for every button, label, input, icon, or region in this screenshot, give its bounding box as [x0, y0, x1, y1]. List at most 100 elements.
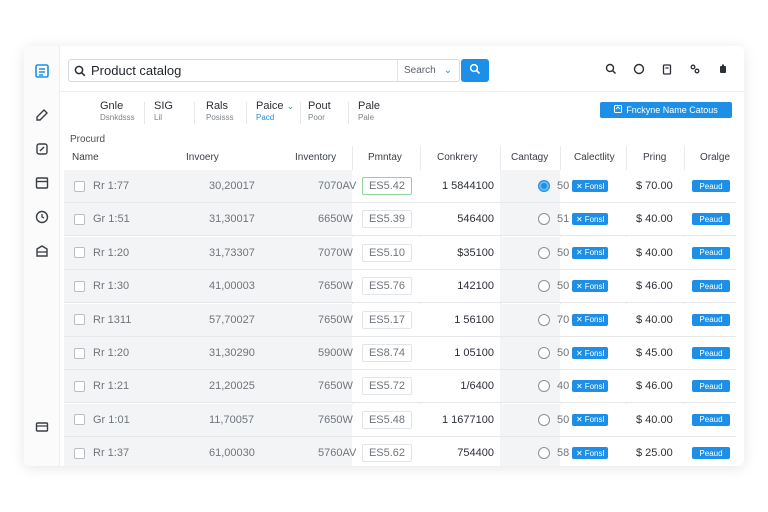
row-radio[interactable]: [538, 180, 550, 192]
filter-1[interactable]: Gnle Dsnkdsss: [100, 100, 135, 124]
table-row[interactable]: Rr 1:30 41,00003 7650W ES5.76 142100 50 ✕ Fonsl…: [64, 270, 736, 304]
status-badge[interactable]: ✕ Fonsl: [572, 380, 609, 393]
inventory-cell: 7650W: [318, 413, 353, 426]
store-icon[interactable]: [33, 242, 51, 260]
column-header[interactable]: Inventory: [295, 152, 336, 163]
column-header[interactable]: Cantagy: [511, 152, 548, 163]
row-radio[interactable]: [538, 380, 550, 393]
action-badge[interactable]: Peaud: [692, 280, 730, 293]
settings-icon[interactable]: [688, 62, 702, 76]
price-field[interactable]: ES5.17: [362, 310, 412, 329]
column-header[interactable]: Pring: [643, 152, 666, 163]
action-badge[interactable]: Peaud: [692, 246, 730, 259]
row-radio[interactable]: [538, 246, 550, 259]
action-badge[interactable]: Peaud: [692, 347, 730, 359]
price-field[interactable]: ES5.10: [362, 243, 412, 262]
status-badge[interactable]: ✕ Fonsl: [572, 213, 609, 226]
table-row[interactable]: Rr 1311 57,70027 7650W ES5.17 1 56100 70 ✕ Fons…: [64, 303, 736, 337]
invoery-cell: 31,73307: [209, 246, 255, 259]
clipboard-icon[interactable]: [660, 62, 674, 76]
price-field[interactable]: ES5.39: [362, 210, 412, 229]
column-header[interactable]: Invoery: [186, 152, 219, 163]
status-badge-label: Fonsl: [584, 348, 605, 358]
filter-3[interactable]: Rals Posisss: [206, 100, 234, 124]
filter-label: SIG: [154, 100, 173, 112]
oralge-cell: Peaud: [692, 437, 730, 466]
action-badge[interactable]: Peaud: [692, 180, 730, 192]
oralge-cell: Peaud: [692, 404, 730, 436]
row-radio[interactable]: [538, 280, 550, 293]
row-radio[interactable]: [538, 447, 550, 460]
price-field[interactable]: ES5.72: [362, 377, 412, 396]
table-row[interactable]: Rr 1:37 61,00030 5760AV ES5.62 754400 58 ✕ Fons…: [64, 437, 736, 466]
row-checkbox[interactable]: [74, 247, 85, 259]
row-checkbox[interactable]: [74, 213, 85, 225]
filter-label: Pale: [358, 100, 381, 112]
row-checkbox[interactable]: [74, 347, 85, 359]
search-alt-icon[interactable]: [604, 62, 618, 76]
row-checkbox[interactable]: [74, 414, 85, 426]
table-row[interactable]: Gr 1:01 11,70057 7650W ES5.48 1 1677100 50 ✕ Fo…: [64, 403, 736, 437]
invoery-cell: 41,00003: [209, 280, 255, 293]
row-radio[interactable]: [538, 413, 550, 426]
calendar-icon[interactable]: [33, 174, 51, 192]
status-badge[interactable]: ✕ Fonsl: [572, 347, 609, 359]
status-badge[interactable]: ✕ Fonsl: [572, 447, 609, 460]
notification-icon[interactable]: [716, 62, 730, 76]
row-checkbox[interactable]: [74, 380, 85, 392]
action-badge[interactable]: Peaud: [692, 213, 730, 226]
row-checkbox[interactable]: [74, 447, 85, 459]
status-badge[interactable]: ✕ Fonsl: [572, 246, 609, 259]
column-header[interactable]: Conkrery: [437, 152, 478, 163]
table-row[interactable]: Rr 1:20 31,30290 5900W ES8.74 1 05100 50 ✕ Fons…: [64, 337, 736, 370]
sidebar: [24, 46, 60, 466]
status-badge[interactable]: ✕ Fonsl: [572, 313, 609, 326]
table-row[interactable]: Rr 1:20 31,73307 7070W ES5.10 $35100 50 ✕ Fonsl…: [64, 236, 736, 270]
filter-5[interactable]: Pout Poor: [308, 100, 331, 124]
row-checkbox[interactable]: [74, 180, 85, 192]
table-row[interactable]: Rr 1:21 21,20025 7650W ES5.72 1/6400 40 ✕ Fonsl…: [64, 370, 736, 404]
filter-2[interactable]: SIG Lil: [154, 100, 173, 124]
status-badge[interactable]: ✕ Fonsl: [572, 280, 609, 293]
search-scope-dropdown[interactable]: Search ⌄: [397, 60, 459, 81]
column-header[interactable]: Oralge: [700, 152, 730, 163]
action-badge[interactable]: Peaud: [692, 447, 730, 460]
price-field[interactable]: ES5.48: [362, 410, 412, 429]
pring-cell: $ 40.00: [636, 313, 673, 326]
price-field[interactable]: ES5.62: [362, 444, 412, 463]
cantagy-value: 50: [557, 180, 570, 192]
primary-action-button[interactable]: Fnckyne Name Catous: [600, 102, 732, 118]
action-badge[interactable]: Peaud: [692, 313, 730, 326]
row-radio[interactable]: [538, 313, 550, 326]
filter-6[interactable]: Pale Pale: [358, 100, 380, 124]
table-row[interactable]: Gr 1:51 31,30017 6650W ES5.39 546400 51 ✕ Fonsl…: [64, 203, 736, 237]
row-checkbox[interactable]: [74, 314, 85, 326]
card-icon[interactable]: [33, 418, 51, 436]
pring-cell: $ 45.00: [636, 347, 673, 359]
action-badge[interactable]: Peaud: [692, 380, 730, 393]
price-field[interactable]: ES5.42: [362, 177, 412, 195]
price-field[interactable]: ES8.74: [362, 344, 412, 362]
help-icon[interactable]: [632, 62, 646, 76]
cantagy-value: 50: [557, 280, 570, 293]
table-row[interactable]: Rr 1:77 30,20017 7070AV ES5.42 1 5844100 50 ✕ F…: [64, 170, 736, 203]
price-field[interactable]: ES5.76: [362, 277, 412, 296]
column-header[interactable]: Calectlity: [574, 152, 615, 163]
status-badge[interactable]: ✕ Fonsl: [572, 180, 609, 192]
document-edit-icon[interactable]: [33, 140, 51, 158]
edit-icon[interactable]: [33, 106, 51, 124]
conkrery-cell: 1 05100: [454, 347, 494, 359]
status-badge[interactable]: ✕ Fonsl: [572, 413, 609, 426]
row-radio[interactable]: [538, 213, 550, 226]
action-badge[interactable]: Peaud: [692, 413, 730, 426]
column-header[interactable]: Pmntay: [368, 152, 402, 163]
price-cell: ES5.72: [362, 370, 412, 402]
search-button[interactable]: [461, 59, 489, 82]
catalog-icon[interactable]: [33, 62, 51, 80]
filter-4[interactable]: Paice ⌄ Pacd: [256, 100, 294, 124]
column-header[interactable]: Name: [72, 152, 99, 163]
clock-icon[interactable]: [33, 208, 51, 226]
search-input[interactable]: [91, 63, 401, 78]
row-checkbox[interactable]: [74, 280, 85, 292]
row-radio[interactable]: [538, 347, 550, 359]
